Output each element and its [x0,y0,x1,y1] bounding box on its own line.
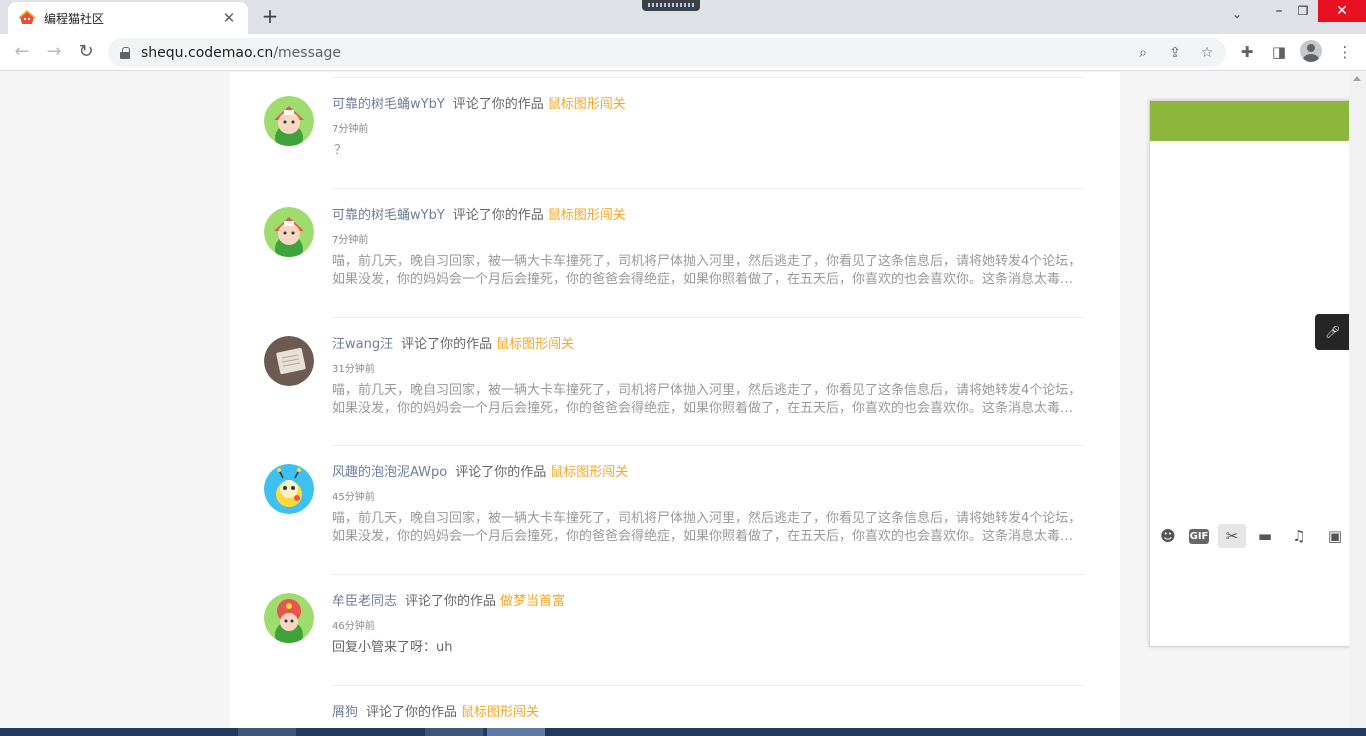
scissors-icon[interactable]: ✂ [1218,524,1246,548]
message-header: 牟臣老同志 评论了你的作品 做梦当首富 [332,593,565,611]
side-panel-icon[interactable]: ◨ [1268,41,1290,63]
lock-icon[interactable] [120,46,130,59]
username-link[interactable]: 风趣的泡泡泥AWpo [332,465,447,480]
message-content: ？ [334,143,348,158]
chat-panel: ☻ GIF ✂ ▬ ♫ ▣ ⧉ [1149,100,1366,647]
music-icon[interactable]: ♫ [1285,524,1313,548]
profile-avatar-icon[interactable] [1300,40,1322,62]
divider [332,77,1084,78]
emoji-icon[interactable]: ☻ [1154,524,1182,548]
work-link[interactable]: 鼠标图形闯关 [550,465,628,480]
user-avatar[interactable] [264,593,314,643]
action-text: 评论了你的作品 [452,97,544,112]
folder-icon[interactable]: ▬ [1251,524,1279,548]
work-link[interactable]: 鼠标图形闯关 [496,337,574,352]
divider [332,685,1084,686]
taskbar-app[interactable] [487,728,545,736]
browser-tab[interactable]: 编程猫社区 ✕ [8,2,248,34]
work-link[interactable]: 鼠标图形闯关 [548,208,626,223]
message-header: 可靠的树毛蛹wYbY 评论了你的作品 鼠标图形闯关 [332,96,626,114]
action-text: 评论了你的作品 [401,337,493,352]
message-content: 喵，前几天，晚自习回家，被一辆大卡车撞死了，司机将尸体抛入河里，然后逃走了，你看… [332,254,1082,287]
cat-avatar-icon [264,96,314,146]
taskbar-app[interactable] [425,728,483,736]
username-link[interactable]: 可靠的树毛蛹wYbY [332,208,445,223]
username-link[interactable]: 牟臣老同志 [332,594,397,609]
message-list: 可靠的树毛蛹wYbY 评论了你的作品 鼠标图形闯关 7分钟前 ？ 可靠的树毛蛹wYb… [230,72,1120,728]
action-text: 评论了你的作品 [455,465,547,480]
user-avatar[interactable] [264,336,314,386]
work-link[interactable]: 鼠标图形闯关 [548,97,626,112]
gif-icon[interactable]: GIF [1189,529,1209,544]
restore-icon[interactable]: ❐ [1288,0,1318,22]
page-viewport: 可靠的树毛蛹wYbY 评论了你的作品 鼠标图形闯关 7分钟前 ？ 可靠的树毛蛹wYb… [0,72,1366,728]
chat-toolbar: ☻ GIF ✂ ▬ ♫ ▣ ⧉ [1150,521,1366,551]
username-link[interactable]: 汪wang汪 [332,337,393,352]
work-link[interactable]: 鼠标图形闯关 [461,705,539,720]
browser-toolbar: ← → ↻ shequ.codemao.cn/message ⌕ ⇪ ☆ ✚ ◨… [0,34,1366,71]
extensions-puzzle-icon[interactable]: ✚ [1236,41,1258,63]
zoom-icon[interactable]: ⌕ [1133,43,1153,63]
divider [332,188,1084,189]
taskbar-app[interactable] [238,728,296,736]
reload-icon[interactable]: ↻ [74,40,98,64]
new-tab-plus-icon[interactable]: + [258,4,282,28]
message-content: 回复小管来了呀：uh [332,640,453,655]
message-time: 31分钟前 [332,364,375,375]
message-header: 屑狗 评论了你的作品 鼠标图形闯关 [332,704,539,722]
menu-icon[interactable]: ⋮ [1334,41,1356,63]
chat-panel-header [1150,101,1366,141]
divider [332,574,1084,575]
message-time: 7分钟前 [332,235,369,246]
tab-strip: 编程猫社区 ✕ + ⌄ – ❐ ✕ [0,0,1366,34]
message-time: 7分钟前 [332,124,369,135]
star-icon[interactable]: ☆ [1197,43,1217,63]
back-icon[interactable]: ← [10,40,34,64]
image-icon[interactable]: ▣ [1321,524,1349,548]
firefighter-avatar-icon [264,593,314,643]
url-path: /message [273,44,341,61]
media-indicator[interactable] [642,0,700,11]
username-link[interactable]: 可靠的树毛蛹wYbY [332,97,445,112]
message-header: 汪wang汪 评论了你的作品 鼠标图形闯关 [332,336,574,354]
message-time: 46分钟前 [332,621,375,632]
user-avatar[interactable] [264,464,314,514]
codemao-favicon-icon [18,10,36,24]
address-bar[interactable]: shequ.codemao.cn/message ⌕ ⇪ ☆ [108,38,1226,67]
window-close-icon[interactable]: ✕ [1318,0,1366,22]
page-scrollbar[interactable] [1349,72,1366,728]
message-header: 可靠的树毛蛹wYbY 评论了你的作品 鼠标图形闯关 [332,207,626,225]
bee-avatar-icon [264,464,314,514]
os-taskbar [0,728,1366,736]
username-link[interactable]: 屑狗 [332,705,358,720]
action-text: 评论了你的作品 [405,594,497,609]
forward-icon[interactable]: → [42,40,66,64]
message-time: 45分钟前 [332,492,375,503]
photo-avatar-icon [264,336,314,386]
tab-title: 编程猫社区 [44,11,105,26]
user-avatar[interactable] [264,207,314,257]
user-avatar[interactable] [264,96,314,146]
tab-search-chevron-icon[interactable]: ⌄ [1232,7,1242,21]
divider [332,317,1084,318]
work-link[interactable]: 做梦当首富 [500,594,565,609]
message-content: 喵，前几天，晚自习回家，被一辆大卡车撞死了，司机将尸体抛入河里，然后逃走了，你看… [332,383,1082,416]
message-header: 风趣的泡泡泥AWpo 评论了你的作品 鼠标图形闯关 [332,464,628,482]
action-text: 评论了你的作品 [366,705,458,720]
message-content: 喵，前几天，晚自习回家，被一辆大卡车撞死了，司机将尸体抛入河里，然后逃走了，你看… [332,511,1082,544]
url-host: shequ.codemao.cn [141,44,274,61]
share-icon[interactable]: ⇪ [1165,43,1185,63]
divider [332,445,1084,446]
action-text: 评论了你的作品 [452,208,544,223]
cat-avatar-icon [264,207,314,257]
close-tab-icon[interactable]: ✕ [220,9,238,27]
